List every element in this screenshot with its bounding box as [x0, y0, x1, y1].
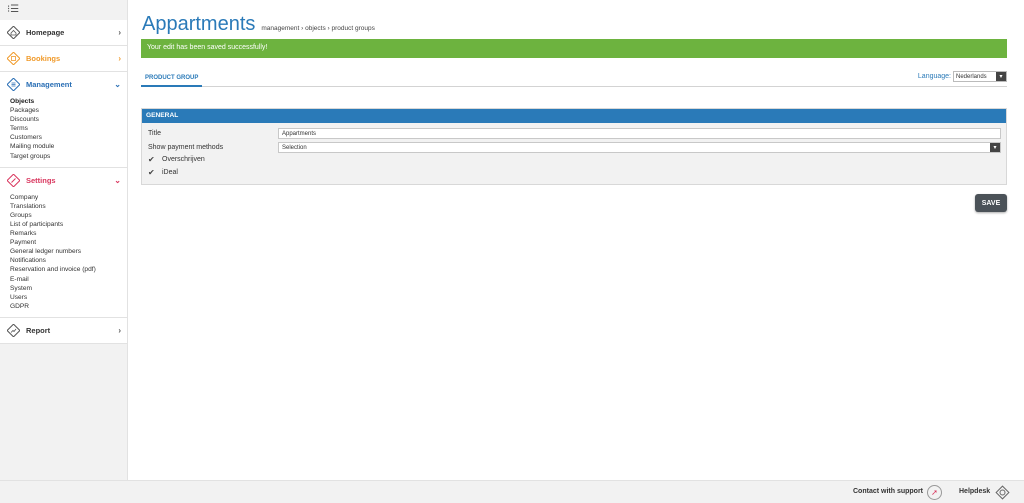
dropdown-arrow-icon: ▾: [996, 72, 1006, 81]
submenu-item-general-ledger-numbers[interactable]: General ledger numbers: [10, 247, 127, 256]
sidebar-label: Report: [26, 325, 51, 335]
submenu-item-email[interactable]: E-mail: [10, 275, 127, 284]
title-field-label: Title: [148, 130, 161, 137]
save-button[interactable]: SAVE: [975, 194, 1007, 212]
checkbox-label: iDeal: [162, 169, 178, 176]
settings-submenu: Company Translations Groups List of part…: [0, 193, 127, 317]
title-row: Appartments management › objects › produ…: [142, 13, 375, 36]
sidebar-item-settings[interactable]: Settings ⌄: [0, 168, 127, 193]
submenu-item-mailing-module[interactable]: Mailing module: [10, 142, 127, 151]
home-icon: [7, 26, 20, 39]
language-label: Language:: [917, 73, 951, 80]
sidebar-section-homepage: Homepage ›: [0, 20, 127, 46]
sidebar-item-homepage[interactable]: Homepage ›: [0, 20, 127, 45]
checkmark-icon[interactable]: ✔: [148, 155, 156, 164]
sidebar-section-report: Report ›: [0, 317, 127, 344]
breadcrumb[interactable]: management › objects › product groups: [261, 25, 374, 32]
chevron-right-icon: ›: [118, 28, 121, 37]
submenu-item-discounts[interactable]: Discounts: [10, 115, 127, 124]
submenu-item-payment[interactable]: Payment: [10, 238, 127, 247]
panel-title: GENERAL: [142, 109, 1006, 123]
management-icon: [7, 78, 20, 91]
language-select[interactable]: Nederlands ▾: [953, 71, 1007, 82]
language-selector: Language: Nederlands ▾: [918, 71, 1007, 82]
sidebar-label: Settings: [26, 175, 56, 185]
settings-icon: [7, 173, 20, 187]
submenu-item-groups[interactable]: Groups: [10, 211, 127, 220]
chevron-right-icon: ›: [118, 325, 121, 335]
checkbox-overschrijven[interactable]: ✔ Overschrijven: [148, 155, 205, 164]
calendar-icon: [7, 52, 20, 65]
report-icon: [7, 323, 20, 337]
payment-methods-label: Show payment methods: [148, 144, 224, 151]
chevron-down-icon: ⌄: [114, 175, 121, 185]
submenu-item-notifications[interactable]: Notifications: [10, 256, 127, 265]
chevron-right-icon: ›: [118, 54, 121, 63]
sidebar-item-bookings[interactable]: Bookings ›: [0, 46, 127, 71]
submenu-item-packages[interactable]: Packages: [10, 106, 127, 115]
sidebar-item-management[interactable]: Management ⌄: [0, 72, 127, 97]
success-alert: Your edit has been saved successfully!: [141, 39, 1007, 58]
submenu-item-reservation-invoice[interactable]: Reservation and invoice (pdf): [10, 265, 127, 274]
submenu-item-target-groups[interactable]: Target groups: [10, 152, 127, 161]
contact-support-link[interactable]: Contact with support: [853, 488, 923, 495]
management-submenu: Objects Packages Discounts Terms Custome…: [0, 97, 127, 167]
submenu-item-translations[interactable]: Translations: [10, 202, 127, 211]
helpdesk-icon[interactable]: [995, 485, 1010, 500]
submenu-item-users[interactable]: Users: [10, 293, 127, 302]
sidebar-item-report[interactable]: Report ›: [0, 318, 127, 343]
general-panel: GENERAL Title Appartments Show payment m…: [141, 108, 1007, 185]
rocket-icon[interactable]: ➚: [927, 485, 942, 500]
checkbox-ideal[interactable]: ✔ iDeal: [148, 168, 178, 177]
chevron-down-icon: ⌄: [114, 80, 121, 89]
payment-methods-selected: Selection: [282, 145, 307, 151]
sidebar-section-management: Management ⌄ Objects Packages Discounts …: [0, 72, 127, 168]
checkbox-label: Overschrijven: [162, 156, 205, 163]
submenu-item-gdpr[interactable]: GDPR: [10, 302, 127, 311]
submenu-item-system[interactable]: System: [10, 284, 127, 293]
sidebar: ⁝☰ Homepage › Bookings › Management ⌄ Ob…: [0, 0, 128, 503]
checkmark-icon[interactable]: ✔: [148, 168, 156, 177]
sidebar-label: Bookings: [26, 54, 61, 63]
payment-methods-select[interactable]: Selection ▾: [278, 142, 1001, 153]
submenu-item-remarks[interactable]: Remarks: [10, 229, 127, 238]
footer: Contact with support ➚ Helpdesk: [0, 480, 1024, 503]
sidebar-label: Management: [26, 80, 72, 89]
tab-product-group[interactable]: PRODUCT GROUP: [141, 73, 203, 87]
submenu-item-list-of-participants[interactable]: List of participants: [10, 220, 127, 229]
menu-toggle-icon[interactable]: ⁝☰: [0, 0, 127, 20]
submenu-item-company[interactable]: Company: [10, 193, 127, 202]
submenu-item-objects[interactable]: Objects: [10, 97, 127, 106]
page-title: Appartments: [142, 13, 256, 35]
sidebar-label: Homepage: [26, 28, 65, 37]
language-selected-value: Nederlands: [956, 74, 987, 80]
sidebar-section-bookings: Bookings ›: [0, 46, 127, 72]
submenu-item-customers[interactable]: Customers: [10, 133, 127, 142]
title-input[interactable]: Appartments: [278, 128, 1001, 139]
main-content: Appartments management › objects › produ…: [129, 0, 1024, 480]
sidebar-section-settings: Settings ⌄ Company Translations Groups L…: [0, 167, 127, 318]
tab-bar: PRODUCT GROUP Language: Nederlands ▾: [141, 71, 1007, 87]
helpdesk-link[interactable]: Helpdesk: [959, 488, 990, 495]
dropdown-arrow-icon: ▾: [990, 143, 1000, 152]
submenu-item-terms[interactable]: Terms: [10, 124, 127, 133]
